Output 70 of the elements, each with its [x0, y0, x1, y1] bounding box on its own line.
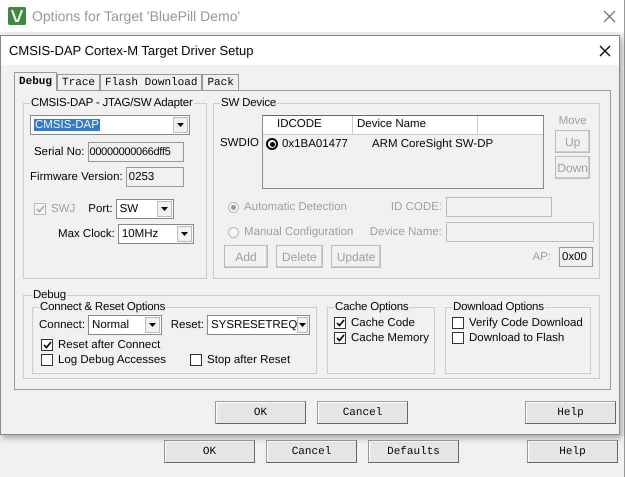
dropdown[interactable]: SW	[116, 199, 174, 219]
dropdown[interactable]: SYSRESETREQ	[207, 315, 310, 335]
device-list[interactable]: IDCODE Device Name 0x1BA01477 ARM CoreSight SW-DP	[262, 115, 544, 189]
dialog-button[interactable]: Cancel	[317, 401, 408, 424]
field-label: Reset:	[170, 319, 204, 331]
field-label: Device Name:	[370, 226, 442, 238]
group-title: SW Device	[220, 97, 278, 109]
caret-icon	[148, 323, 156, 327]
checkbox[interactable]	[41, 338, 53, 350]
column-header: IDCODE	[263, 116, 353, 134]
app-icon	[8, 7, 26, 25]
table-cell-text: 0x1BA01477	[282, 138, 349, 150]
close-icon[interactable]	[599, 44, 611, 56]
dialog-button[interactable]: OK	[164, 440, 255, 463]
field-label: Serial No:	[34, 146, 84, 158]
checkbox-label: Cache Code	[351, 316, 415, 328]
group-title: Debug	[32, 289, 67, 301]
dialog-button[interactable]: Help	[527, 440, 618, 463]
checkbox-label: Download to Flash	[469, 332, 564, 344]
dialog-button[interactable]: Help	[525, 401, 616, 424]
field-label: AP:	[532, 250, 551, 262]
window-title: Options for Target 'BluePill Demo'	[32, 8, 242, 24]
checkbox[interactable]	[334, 332, 346, 344]
dropdown[interactable]: CMSIS-DAP	[30, 115, 190, 135]
checkbox-label: SWJ	[51, 203, 76, 215]
dialog-title: CMSIS-DAP Cortex-M Target Driver Setup	[9, 43, 254, 58]
device-name-field[interactable]	[446, 222, 594, 242]
group-title: Download Options	[452, 301, 545, 313]
tab[interactable]: Pack	[202, 74, 239, 90]
dialog-button[interactable]: Defaults	[368, 440, 459, 463]
field-label: Firmware Version:	[30, 171, 123, 183]
group-title: Cache Options	[334, 301, 410, 313]
dropdown[interactable]: 10MHz	[118, 224, 194, 244]
checkbox-label: Log Debug Accesses	[58, 354, 166, 366]
caret-icon	[177, 123, 184, 127]
dialog-button[interactable]: OK	[215, 401, 306, 424]
checkbox-label: Stop after Reset	[207, 354, 290, 366]
firmware-field: 0253	[126, 167, 184, 187]
serial-field: 00000000066dff5	[88, 142, 184, 162]
field-label: ID CODE:	[390, 201, 442, 213]
table-cell: ARM CoreSight SW-DP	[372, 138, 494, 150]
radio-label: Automatic Detection	[244, 201, 347, 213]
checkbox[interactable]	[334, 316, 346, 328]
checkbox-label: Reset after Connect	[58, 338, 160, 350]
tab[interactable]: Flash Download	[100, 74, 202, 90]
caret-icon	[180, 232, 188, 236]
checkbox[interactable]	[452, 316, 464, 328]
ap-field: 0x00	[559, 246, 593, 266]
group-title: Connect & Reset Options	[39, 301, 166, 313]
move-label: Move	[558, 115, 587, 127]
field-label: Port:	[88, 203, 113, 215]
dialog-button[interactable]: Cancel	[266, 440, 357, 463]
checkbox[interactable]	[190, 354, 202, 366]
tab[interactable]: Trace	[57, 74, 100, 90]
checkbox[interactable]	[41, 354, 53, 366]
port-label: SWDIO	[220, 137, 258, 151]
radio-label: Manual Configuration	[244, 226, 354, 238]
caret-icon	[299, 323, 306, 327]
tab[interactable]: Debug	[14, 72, 58, 91]
field-label: Connect:	[39, 319, 86, 331]
checkbox-label: Cache Memory	[351, 332, 429, 344]
radio-button[interactable]	[266, 138, 278, 150]
checkbox[interactable]	[452, 332, 464, 344]
column-header: Device Name	[353, 116, 478, 134]
field-label: Max Clock:	[58, 228, 115, 240]
caret-icon	[160, 207, 168, 211]
group-title: CMSIS-DAP - JTAG/SW Adapter	[30, 97, 194, 109]
dropdown[interactable]: Normal	[88, 315, 162, 335]
id-code-field[interactable]	[446, 197, 552, 217]
checkbox-label: Verify Code Download	[469, 316, 583, 328]
